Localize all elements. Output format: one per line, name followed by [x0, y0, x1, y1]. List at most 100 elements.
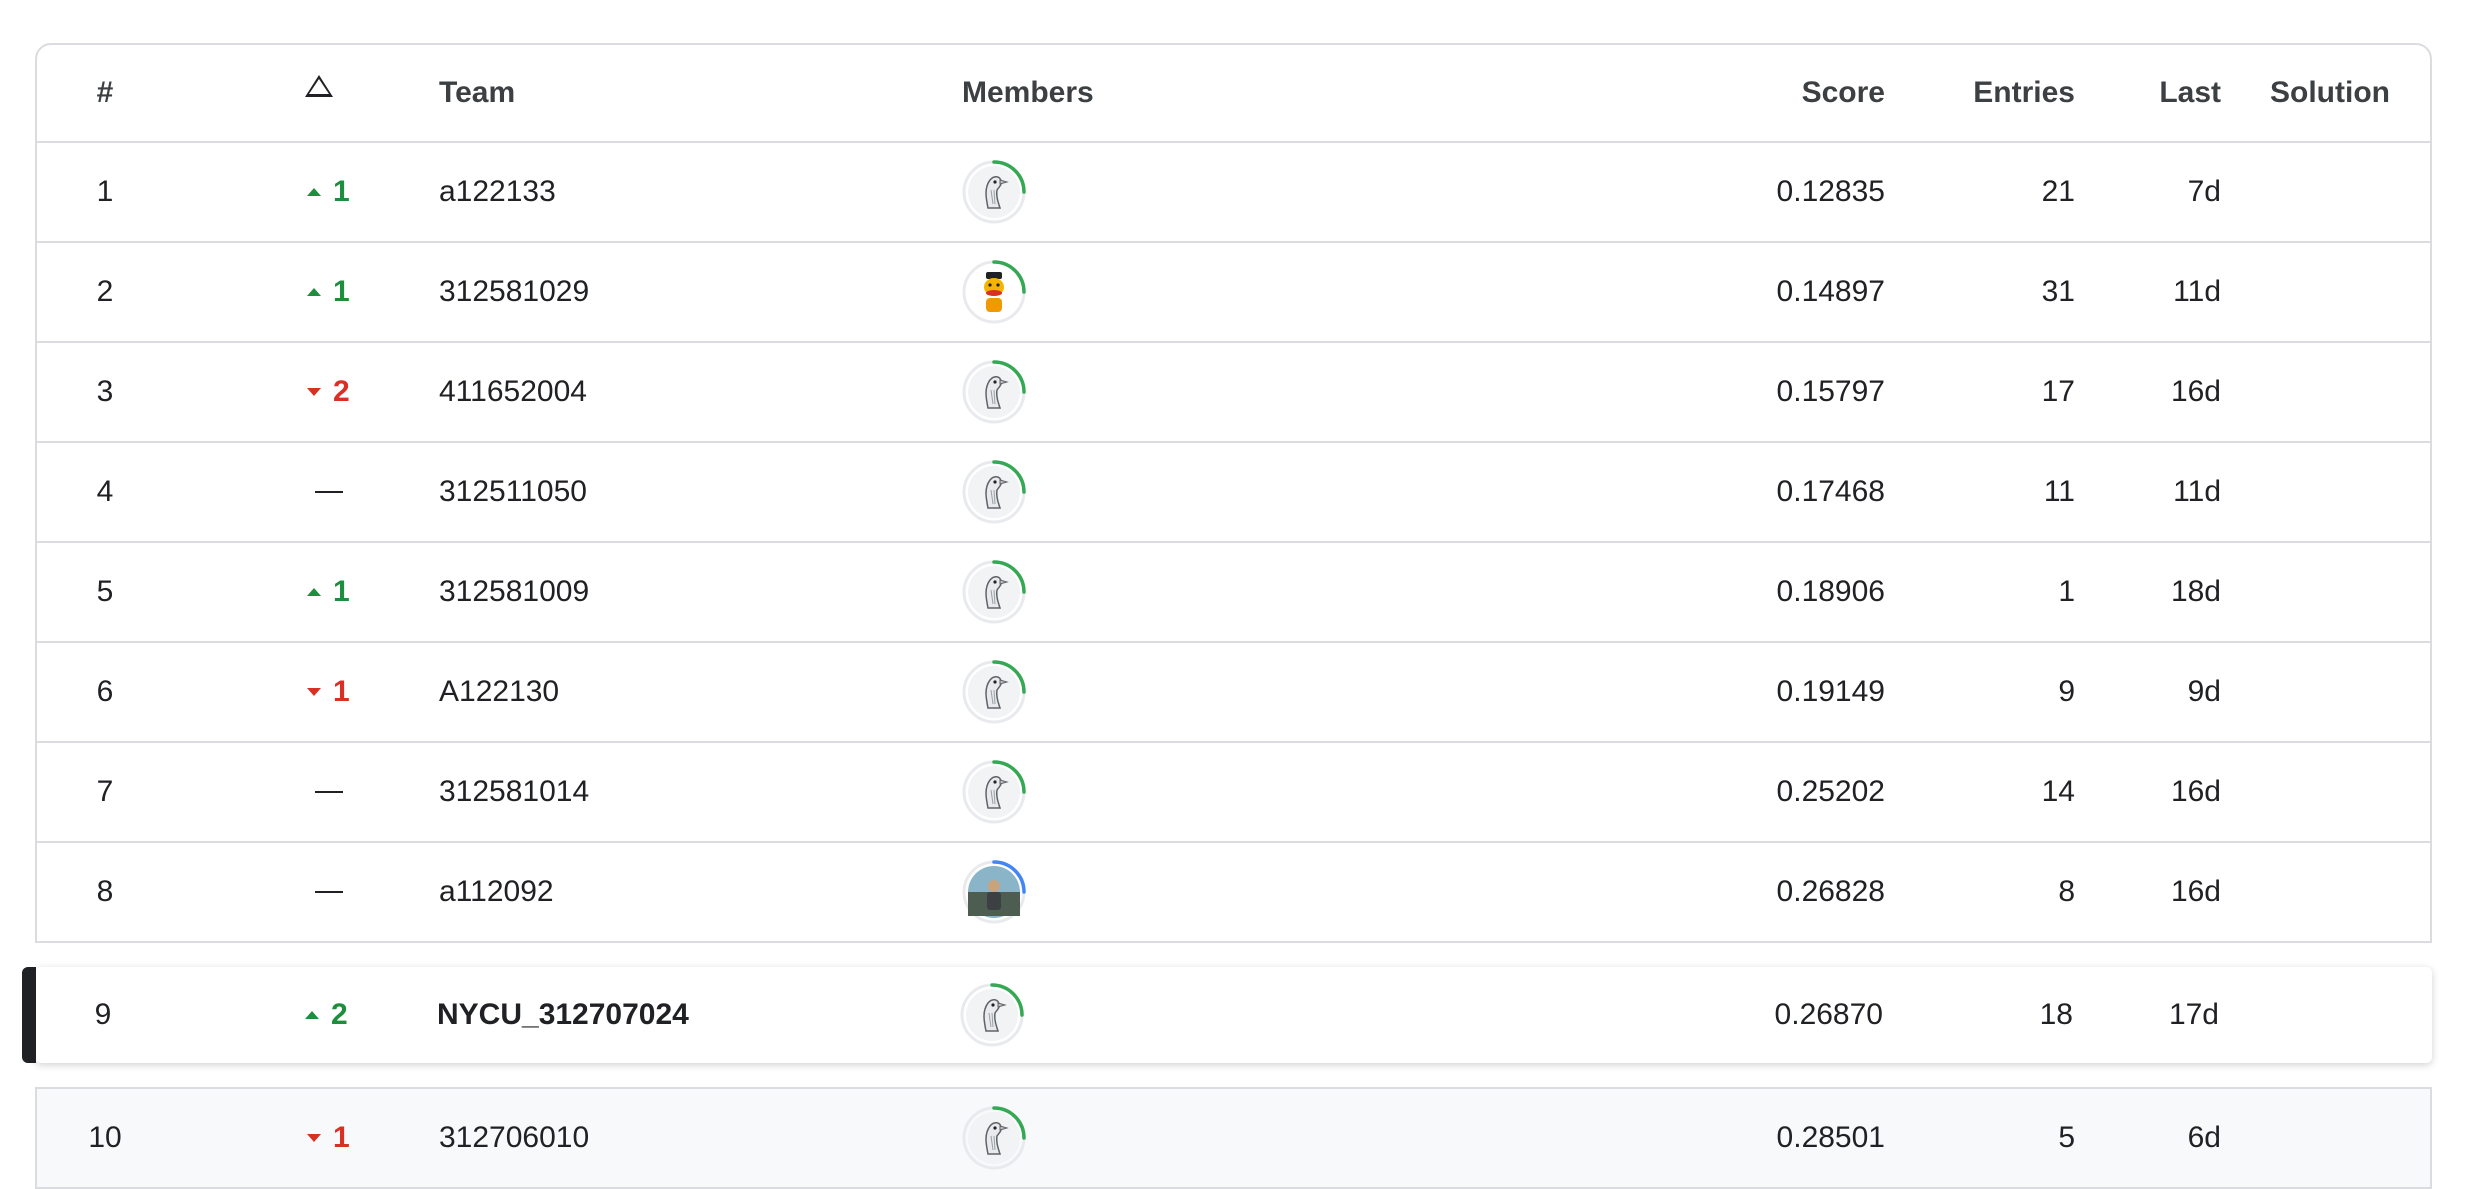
avatar[interactable] — [962, 560, 1026, 624]
team-name[interactable]: 312706010 — [439, 1089, 919, 1187]
avatar[interactable] — [962, 760, 1026, 824]
avatar[interactable] — [962, 360, 1026, 424]
score: 0.15797 — [1776, 375, 1885, 408]
rank-change: 1 — [297, 1089, 427, 1187]
header-members[interactable]: Members — [962, 45, 1362, 141]
delta-value: 1 — [333, 275, 350, 308]
members — [962, 643, 1362, 741]
table-row[interactable]: 10 1 312706010 0.28501 5 6d — [37, 1089, 2430, 1189]
entries: 18 — [2039, 998, 2073, 1031]
rank-change: 2 — [295, 967, 425, 1063]
rank: 9 — [94, 998, 112, 1031]
rank-change — [297, 743, 431, 841]
avatar[interactable] — [962, 860, 1026, 924]
score: 0.28501 — [1776, 1121, 1885, 1154]
header-score[interactable]: Score — [1537, 45, 1885, 141]
table-row[interactable]: 8 a112092 0.26828 8 16d — [37, 841, 2430, 941]
members — [962, 543, 1362, 641]
avatar[interactable] — [962, 260, 1026, 324]
table-row[interactable]: 7 312581014 0.25202 14 16d — [37, 741, 2430, 841]
solution — [2233, 967, 2423, 1063]
score: 0.26870 — [1774, 998, 1883, 1031]
header-delta[interactable] — [297, 45, 425, 141]
no-change-dash — [315, 491, 343, 493]
solution — [2235, 743, 2425, 841]
delta-value: 1 — [333, 1121, 350, 1154]
arrow-down-icon — [307, 388, 321, 396]
entries: 17 — [2041, 375, 2075, 408]
delta-value: 2 — [331, 998, 348, 1031]
rank: 1 — [96, 175, 114, 208]
score: 0.18906 — [1776, 575, 1885, 608]
solution — [2235, 543, 2425, 641]
score: 0.14897 — [1776, 275, 1885, 308]
rank: 5 — [96, 575, 114, 608]
members — [962, 243, 1362, 341]
last-submission: 9d — [2187, 675, 2221, 708]
last-submission: 11d — [2173, 275, 2221, 308]
solution — [2235, 143, 2425, 241]
team-name[interactable]: A122130 — [439, 643, 919, 741]
score: 0.25202 — [1776, 775, 1885, 808]
avatar[interactable] — [962, 460, 1026, 524]
arrow-up-icon — [307, 288, 321, 296]
team-name[interactable]: 312581009 — [439, 543, 919, 641]
header-entries[interactable]: Entries — [1897, 45, 2075, 141]
team-name[interactable]: 312581029 — [439, 243, 919, 341]
last-submission: 11d — [2173, 475, 2221, 508]
header-rank[interactable]: # — [37, 45, 173, 141]
table-body: 1 1 a122133 0.12835 21 7d 2 1 312581029 0.14897 31… — [37, 141, 2430, 941]
no-change-dash — [315, 891, 343, 893]
arrow-down-icon — [307, 1134, 321, 1142]
last-submission: 6d — [2187, 1121, 2221, 1154]
solution — [2235, 643, 2425, 741]
rank-change: 1 — [297, 643, 427, 741]
arrow-down-icon — [307, 688, 321, 696]
table-row[interactable]: 5 1 312581009 0.18906 1 18d — [37, 541, 2430, 641]
rank: 10 — [88, 1121, 122, 1154]
no-change-dash — [315, 791, 343, 793]
rank-change — [297, 443, 431, 541]
arrow-up-icon — [305, 1011, 319, 1019]
members — [960, 967, 1360, 1063]
avatar[interactable] — [962, 160, 1026, 224]
delta-value: 1 — [333, 175, 350, 208]
last-submission: 17d — [2168, 998, 2219, 1031]
members — [962, 743, 1362, 841]
triangle-icon — [305, 75, 333, 97]
solution — [2235, 443, 2425, 541]
arrow-up-icon — [307, 588, 321, 596]
avatar[interactable] — [960, 983, 1024, 1047]
score: 0.12835 — [1776, 175, 1885, 208]
avatar[interactable] — [962, 1106, 1026, 1170]
team-name[interactable]: NYCU_312707024 — [437, 967, 917, 1063]
header-team[interactable]: Team — [439, 45, 919, 141]
entries: 14 — [2041, 775, 2075, 808]
table-row[interactable]: 3 2 411652004 0.15797 17 16d — [37, 341, 2430, 441]
team-name[interactable]: 312511050 — [439, 443, 919, 541]
solution — [2235, 1089, 2425, 1187]
rank: 3 — [96, 375, 114, 408]
header-last[interactable]: Last — [2087, 45, 2221, 141]
table-header: # Team Members Score Entries Last Soluti… — [37, 45, 2430, 141]
table-row[interactable]: 6 1 A122130 0.19149 9 9d — [37, 641, 2430, 741]
team-name[interactable]: a112092 — [439, 843, 919, 941]
members — [962, 343, 1362, 441]
table-row[interactable]: 2 1 312581029 0.14897 31 11d — [37, 241, 2430, 341]
header-solution[interactable]: Solution — [2235, 45, 2425, 141]
my-team-row[interactable]: 9 2 NYCU_312707024 0.26870 18 17d — [22, 967, 2432, 1063]
entries: 1 — [2058, 575, 2075, 608]
last-submission: 7d — [2187, 175, 2221, 208]
rank: 2 — [96, 275, 114, 308]
leaderboard-table: # Team Members Score Entries Last Soluti… — [35, 43, 2432, 943]
avatar[interactable] — [962, 660, 1026, 724]
entries: 8 — [2058, 875, 2075, 908]
table-row[interactable]: 1 1 a122133 0.12835 21 7d — [37, 141, 2430, 241]
solution — [2235, 243, 2425, 341]
table-row[interactable]: 4 312511050 0.17468 11 11d — [37, 441, 2430, 541]
team-name[interactable]: 312581014 — [439, 743, 919, 841]
team-name[interactable]: 411652004 — [439, 343, 919, 441]
team-name[interactable]: a122133 — [439, 143, 919, 241]
delta-value: 1 — [333, 675, 350, 708]
score: 0.19149 — [1776, 675, 1885, 708]
